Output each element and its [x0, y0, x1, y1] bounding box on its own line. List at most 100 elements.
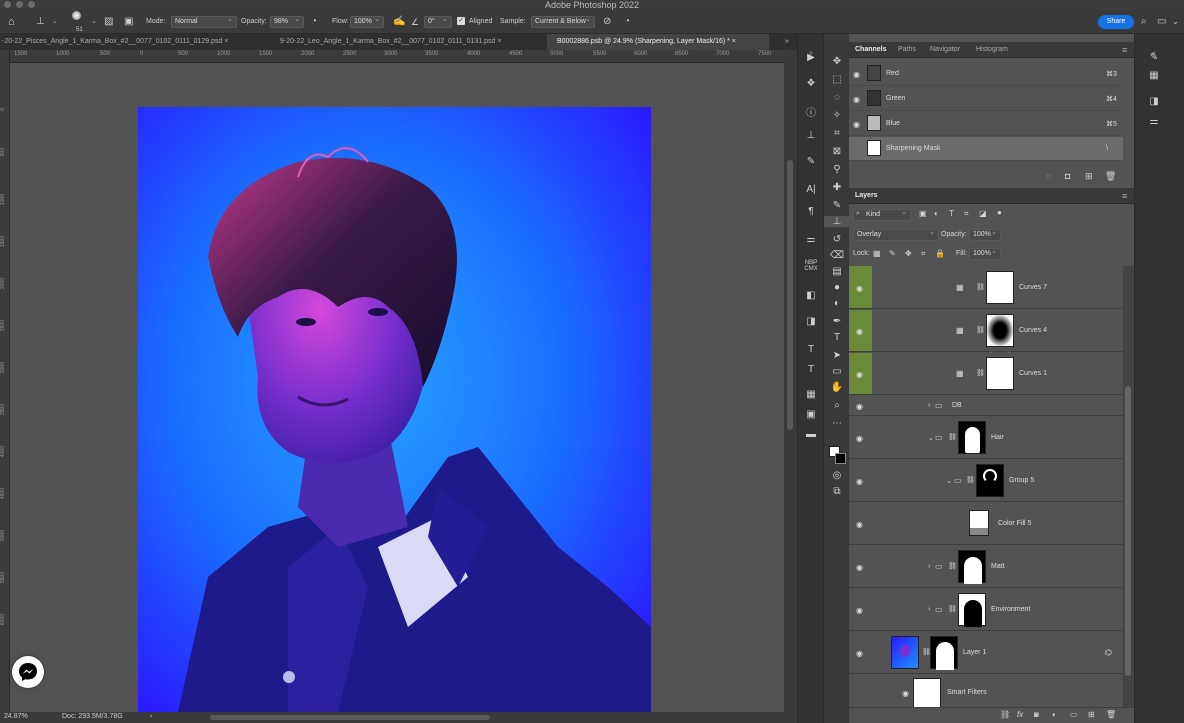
adjustment-filter-icon[interactable]: ◐: [934, 209, 939, 218]
paragraph-icon[interactable]: ¶: [798, 206, 824, 217]
play-actions-icon[interactable]: ▶: [798, 52, 824, 63]
background-color-swatch[interactable]: [835, 453, 846, 464]
quick-mask-icon[interactable]: ◎: [824, 470, 850, 481]
move-tool-icon[interactable]: ✥: [824, 56, 850, 67]
visibility-toggle[interactable]: ◉: [849, 546, 872, 587]
pressure-size-icon[interactable]: ◔: [624, 10, 630, 34]
brush-settings-panel-icon[interactable]: ✎: [798, 156, 824, 167]
blend-mode-select[interactable]: Overlay: [853, 228, 939, 241]
character-icon[interactable]: A|: [798, 184, 824, 195]
fx-icon[interactable]: fx: [1017, 710, 1023, 719]
marquee-tool-icon[interactable]: ⬚: [824, 74, 850, 85]
home-icon[interactable]: ⌂: [8, 10, 15, 34]
close-icon[interactable]: ×: [732, 38, 736, 45]
path-select-tool-icon[interactable]: ➤: [824, 350, 850, 361]
eye-icon[interactable]: ◉: [856, 434, 863, 443]
close-icon[interactable]: ×: [224, 38, 228, 45]
lock-artboard-icon[interactable]: ⌗: [921, 249, 926, 259]
clone-stamp-tool-icon[interactable]: ⊥: [824, 216, 850, 227]
brush-settings-icon[interactable]: ▨: [104, 10, 113, 34]
tab-histogram[interactable]: Histogram: [976, 42, 1008, 58]
pen-tool-icon[interactable]: ✒: [824, 316, 850, 327]
link-icon[interactable]: ⛓: [976, 283, 985, 291]
vertical-scrollbar[interactable]: [784, 50, 797, 712]
blur-tool-icon[interactable]: ●: [824, 282, 850, 293]
layer-mask-thumbnail[interactable]: [958, 421, 986, 454]
eye-icon[interactable]: ◉: [856, 520, 863, 529]
type-tool-icon[interactable]: T: [798, 344, 824, 355]
eraser-tool-icon[interactable]: ⌫: [824, 250, 850, 261]
new-channel-icon[interactable]: ⊞: [1085, 171, 1093, 182]
fill-input[interactable]: 100%: [969, 247, 1001, 260]
smart-object-filter-icon[interactable]: ◪: [979, 209, 987, 218]
hand-tool-icon[interactable]: ✋: [824, 382, 850, 393]
swatches-icon[interactable]: ▦: [1141, 70, 1167, 81]
eye-icon[interactable]: ◉: [856, 327, 863, 336]
visibility-toggle[interactable]: ◉: [849, 460, 872, 501]
delete-channel-icon[interactable]: 🗑: [1105, 171, 1116, 182]
panel-menu-icon[interactable]: ≡: [1122, 42, 1127, 58]
smart-object-thumbnail[interactable]: [891, 636, 919, 669]
chevron-right-icon[interactable]: ›: [928, 606, 930, 613]
flow-input[interactable]: 100%: [350, 15, 384, 28]
layer-mask-thumbnail[interactable]: [930, 636, 958, 670]
layer-opacity-input[interactable]: 100%: [969, 228, 1001, 241]
filter-toggle-icon[interactable]: ●: [997, 208, 1002, 217]
type-filter-icon[interactable]: T: [949, 209, 954, 218]
visibility-toggle[interactable]: ◉: [849, 396, 872, 415]
clone-source-icon[interactable]: ▣: [124, 10, 133, 34]
visibility-toggle[interactable]: ◉: [849, 266, 872, 308]
type-tool-icon[interactable]: T: [798, 364, 824, 375]
layer-row-environment[interactable]: ◉ › ▭ ⛓ Environment: [849, 589, 1123, 631]
aligned-checkbox[interactable]: ✓: [457, 17, 465, 25]
eyedropper-tool-icon[interactable]: ⚲: [824, 164, 850, 175]
save-selection-icon[interactable]: ◘: [1065, 171, 1070, 181]
tab-navigator[interactable]: Navigator: [930, 42, 960, 58]
properties-icon[interactable]: ◨: [1141, 96, 1167, 107]
layer-row-smart-filters[interactable]: ◉ Smart Filters: [849, 675, 1123, 711]
chevron-right-icon[interactable]: ›: [928, 563, 930, 570]
layer-row-curves-4[interactable]: ◉ ▦ ⛓ Curves 4: [849, 310, 1123, 352]
scroll-thumb[interactable]: [787, 160, 793, 430]
angle-input[interactable]: 0°: [424, 15, 452, 28]
brush-tool-icon[interactable]: ✎: [824, 200, 850, 211]
layer-mask-thumbnail[interactable]: [986, 271, 1014, 304]
type-tool-icon[interactable]: T: [824, 332, 850, 343]
workspace-icon[interactable]: ▭: [1157, 10, 1166, 34]
eye-icon[interactable]: ◉: [856, 649, 863, 658]
info-icon[interactable]: ⓘ: [798, 104, 824, 119]
eye-icon[interactable]: ◉: [856, 402, 863, 411]
frame-tool-icon[interactable]: ⊠: [824, 146, 850, 157]
zoom-tool-icon[interactable]: ⌕: [824, 400, 850, 411]
visibility-toggle[interactable]: ◉: [849, 417, 872, 458]
layer-row-curves-7[interactable]: ◉ ▦ ⛓ Curves 7: [849, 266, 1123, 309]
visibility-toggle[interactable]: ◉: [849, 503, 872, 544]
eye-icon[interactable]: ◉: [856, 563, 863, 572]
tab-paths[interactable]: Paths: [898, 42, 916, 58]
status-menu-button[interactable]: ›: [150, 713, 152, 720]
load-selection-icon[interactable]: ◌: [1046, 171, 1051, 181]
comment-icon[interactable]: ▬: [798, 429, 824, 440]
link-layers-icon[interactable]: ⛓: [1000, 710, 1010, 719]
document-canvas[interactable]: [138, 107, 651, 712]
lasso-tool-icon[interactable]: ◌: [824, 92, 850, 103]
adjustments-icon[interactable]: ⚌: [798, 234, 824, 245]
pressure-opacity-icon[interactable]: ◔: [311, 10, 317, 34]
layers-scrollbar[interactable]: [1123, 266, 1134, 711]
tab-b0002886[interactable]: B0002886.psb @ 24.9% (Sharpening, Layer …: [547, 34, 769, 50]
layer-mask-thumbnail[interactable]: [986, 357, 1014, 390]
pixel-filter-icon[interactable]: ▣: [919, 209, 927, 218]
channel-row-red[interactable]: ◉ Red ⌘3: [849, 62, 1123, 86]
layer-row-matt[interactable]: ◉ › ▭ ⛓ Matt: [849, 546, 1123, 588]
tab-pisces[interactable]: -20-22_Pisces_Angle_1_Karma_Box_#2__0077…: [0, 34, 278, 50]
dodge-tool-icon[interactable]: ◐: [824, 298, 850, 309]
lock-all-icon[interactable]: 🔒: [935, 249, 945, 258]
zoom-level[interactable]: 24.87%: [4, 713, 28, 720]
adjustment-panel-icon[interactable]: ⚌: [1141, 116, 1167, 127]
new-layer-icon[interactable]: ⊞: [1088, 710, 1095, 719]
clone-source-panel-icon[interactable]: ⊥: [798, 130, 824, 141]
filter-mask-thumbnail[interactable]: [913, 678, 941, 708]
layer-mask-thumbnail[interactable]: [976, 464, 1004, 497]
lock-image-icon[interactable]: ✎: [889, 249, 896, 258]
link-icon[interactable]: ⛓: [948, 605, 957, 613]
